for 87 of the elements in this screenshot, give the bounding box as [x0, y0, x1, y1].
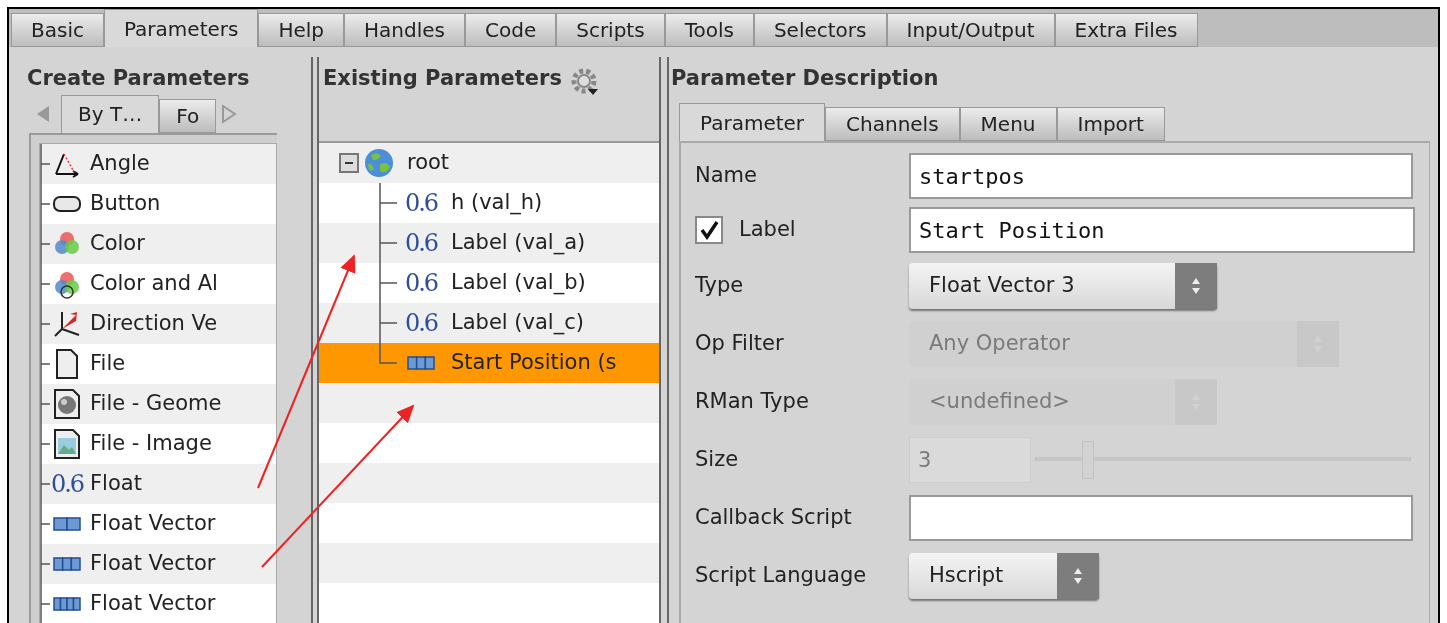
dropdown[interactable]: Float Vector 3: [909, 263, 1217, 309]
tree-branch-line: [40, 223, 50, 264]
tree-item[interactable]: Start Position (s: [319, 343, 659, 383]
tree-item-label: h (val_h): [450, 189, 543, 217]
tree-item-label: Start Position (s: [450, 349, 617, 377]
parameter-type-item[interactable]: Angle: [40, 143, 276, 184]
item-label: Color and Al: [89, 269, 218, 297]
item-label: Float: [89, 469, 142, 497]
parameter-type-item[interactable]: Color: [40, 223, 276, 264]
file-image-icon: [52, 427, 82, 460]
item-label: Direction Ve: [89, 309, 218, 337]
tree-item-label: Label (val_a): [450, 229, 586, 257]
collapse-toggle[interactable]: [339, 153, 359, 173]
tree-item[interactable]: 0.6 Label (val_a): [319, 223, 659, 263]
tree-branch-line: [40, 543, 50, 584]
tree-branch-line: [40, 143, 50, 184]
tree-item-label[interactable]: root: [407, 147, 450, 179]
float-icon: 0.6: [404, 311, 438, 335]
tab[interactable]: Parameters: [103, 9, 259, 47]
tree-branch-line: [40, 183, 50, 224]
tab[interactable]: Input/Output: [886, 13, 1055, 47]
tab[interactable]: Code: [465, 13, 557, 47]
tree-branch-line: [40, 423, 50, 464]
tab[interactable]: Help: [258, 13, 345, 47]
globe-icon: [363, 147, 395, 179]
tab[interactable]: Selectors: [753, 13, 887, 47]
float-icon: 0.6: [404, 231, 438, 255]
tree-item[interactable]: 0.6 Label (val_c): [319, 303, 659, 343]
text-field[interactable]: [909, 495, 1413, 541]
float-icon: 0.6: [50, 471, 84, 496]
tab[interactable]: Handles: [344, 13, 465, 47]
field-label: Script Language: [695, 563, 867, 588]
tab[interactable]: Fo: [159, 98, 217, 133]
panel-title: Create Parameters: [27, 65, 251, 92]
item-label: File: [89, 349, 126, 377]
parameter-type-item[interactable]: Float Vector: [40, 543, 276, 584]
tree-branch-line: [379, 223, 397, 263]
item-label: Float Vector: [89, 549, 216, 577]
parameter-type-item[interactable]: Direction Ve: [40, 303, 276, 344]
field-label: Label: [739, 216, 796, 244]
field-label: RMan Type: [695, 389, 809, 414]
gear-icon[interactable]: [569, 67, 600, 97]
tree-branch-line: [40, 263, 50, 304]
check-icon: [699, 220, 719, 240]
tree-branch-line: [40, 463, 50, 504]
field-label: Size: [695, 447, 739, 472]
item-label: File - Geome: [89, 389, 222, 417]
item-label: Color: [89, 229, 145, 257]
tab[interactable]: Extra Files: [1054, 13, 1198, 47]
tab[interactable]: Channels: [825, 107, 960, 141]
tree-item-label: Label (val_b): [450, 269, 586, 297]
tab[interactable]: By T…: [61, 94, 160, 133]
float-icon: 0.6: [404, 191, 438, 215]
tab[interactable]: Tools: [664, 13, 754, 47]
item-label: File - Image: [89, 429, 212, 457]
checkbox[interactable]: [695, 216, 723, 244]
tab[interactable]: Basic: [11, 13, 104, 47]
button-icon: [52, 193, 82, 214]
text-field[interactable]: startpos: [909, 153, 1413, 199]
dropdown[interactable]: Hscript: [909, 553, 1099, 599]
tree-item-label: Label (val_c): [450, 309, 584, 337]
field-label: Type: [695, 273, 744, 298]
parameter-type-item[interactable]: File - Geome: [40, 383, 276, 424]
field-label: Callback Script: [695, 505, 852, 530]
file-icon: [54, 347, 80, 380]
panel-title: Existing Parameters: [323, 65, 562, 92]
field-label: Op Filter: [695, 331, 784, 356]
tab[interactable]: Scripts: [556, 13, 665, 47]
tree-branch-line: [40, 503, 50, 544]
item-label: Button: [89, 189, 161, 217]
text-field[interactable]: Start Position: [909, 207, 1415, 253]
tree-branch-line: [40, 383, 50, 424]
item-label: Float Vector: [89, 589, 216, 617]
float-icon: 0.6: [404, 271, 438, 295]
item-label: Float Vector: [89, 509, 216, 537]
tree-branch-line: [40, 343, 50, 384]
item-label: Angle: [89, 149, 150, 177]
parameter-type-item[interactable]: 0.6 Float: [40, 463, 276, 504]
tab[interactable]: Import: [1056, 107, 1165, 141]
tree-branch-line: [379, 263, 397, 303]
tree-branch-line: [40, 303, 50, 344]
panel-title: Parameter Description: [671, 65, 940, 92]
tree-branch-line: [379, 183, 397, 223]
tree-branch-line: [40, 583, 50, 623]
field-label: Name: [695, 163, 757, 188]
tab[interactable]: Menu: [959, 107, 1057, 141]
tab[interactable]: Parameter: [679, 103, 826, 141]
